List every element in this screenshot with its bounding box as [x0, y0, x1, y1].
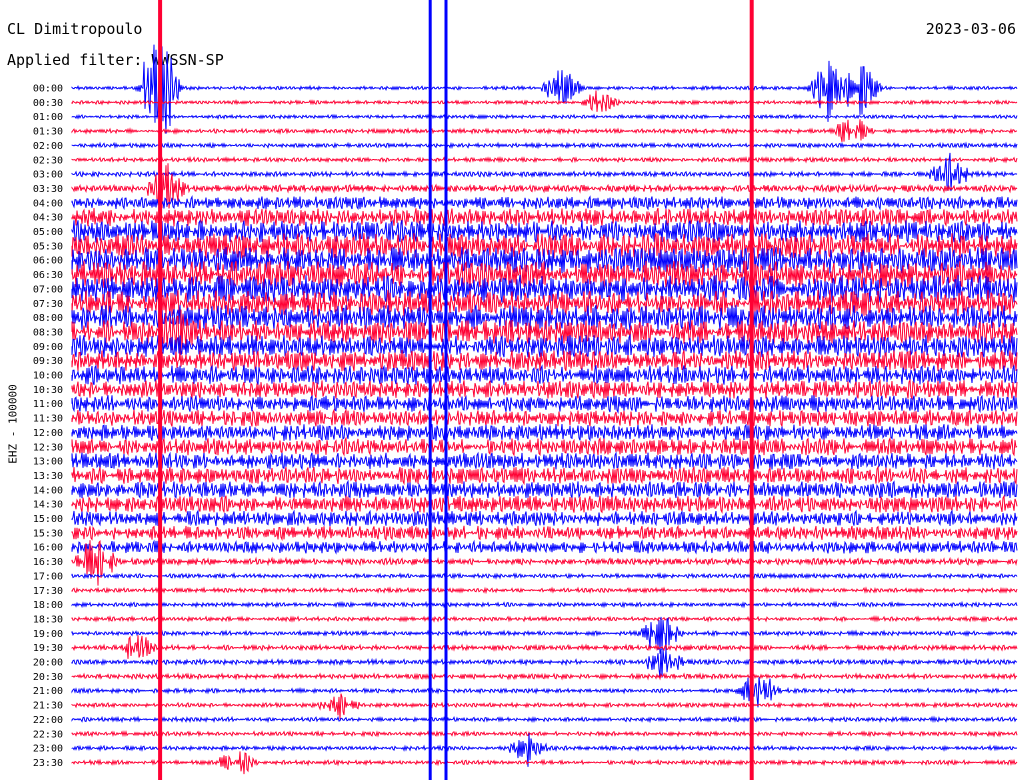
- trace-1500: [71, 509, 1018, 527]
- row-label-2000: 20:00: [33, 658, 63, 669]
- row-label-0500: 05:00: [33, 227, 63, 238]
- trace-1330: [71, 465, 1018, 486]
- row-label-1400: 14:00: [33, 485, 63, 496]
- row-label-0530: 05:30: [33, 241, 63, 252]
- trace-1700: [71, 571, 1018, 580]
- row-label-1330: 13:30: [33, 471, 63, 482]
- trace-1930: [71, 635, 1018, 659]
- trace-1730: [71, 586, 1018, 595]
- trace-1830: [71, 614, 1018, 623]
- row-label-0330: 03:30: [33, 184, 63, 195]
- row-label-1100: 11:00: [33, 399, 63, 410]
- row-label-1200: 12:00: [33, 428, 63, 439]
- trace-1130: [71, 408, 1018, 428]
- trace-2000: [71, 649, 1018, 678]
- row-label-0400: 04:00: [33, 198, 63, 209]
- row-label-0600: 06:00: [33, 256, 63, 267]
- row-label-1800: 18:00: [33, 600, 63, 611]
- trace-1600: [71, 539, 1018, 555]
- row-label-1000: 10:00: [33, 371, 63, 382]
- row-label-0100: 01:00: [33, 112, 63, 123]
- row-label-1700: 17:00: [33, 571, 63, 582]
- row-label-2200: 22:00: [33, 715, 63, 726]
- row-label-1030: 10:30: [33, 385, 63, 396]
- row-label-1600: 16:00: [33, 543, 63, 554]
- helicorder-plot: 00:00 00:30 01:00 01:30 02:00 02:30 03:00 03:30…: [33, 0, 1018, 780]
- row-label-1530: 15:30: [33, 528, 63, 539]
- trace-0000: [71, 44, 1018, 134]
- event-line-3: [749, 0, 754, 780]
- row-label-0830: 08:30: [33, 327, 63, 338]
- row-label-0730: 07:30: [33, 299, 63, 310]
- row-label-1730: 17:30: [33, 586, 63, 597]
- event-line-1: [428, 0, 432, 780]
- trace-1030: [71, 378, 1018, 401]
- trace-2330: [71, 751, 1018, 775]
- row-label-0130: 01:30: [33, 127, 63, 138]
- trace-2030: [71, 672, 1018, 681]
- row-label-0930: 09:30: [33, 356, 63, 367]
- trace-0400: [71, 194, 1018, 211]
- row-label-1430: 14:30: [33, 500, 63, 511]
- trace-2130: [71, 693, 1018, 720]
- row-label-1500: 15:00: [33, 514, 63, 525]
- trace-0200: [71, 141, 1018, 150]
- row-label-0900: 09:00: [33, 342, 63, 353]
- trace-0030: [71, 90, 1018, 112]
- row-label-1930: 19:30: [33, 643, 63, 654]
- row-label-0430: 04:30: [33, 213, 63, 224]
- row-label-2130: 21:30: [33, 701, 63, 712]
- trace-0100: [71, 113, 1018, 121]
- trace-0230: [71, 155, 1018, 164]
- row-label-0000: 00:00: [33, 84, 63, 95]
- trace-1430: [71, 494, 1018, 514]
- time-tick-labels: 00:00 00:30 01:00 01:30 02:00 02:30 03:00 03:30…: [33, 84, 63, 769]
- row-label-0200: 02:00: [33, 141, 63, 152]
- event-line-0: [158, 0, 163, 780]
- row-label-1630: 16:30: [33, 557, 63, 568]
- row-label-2030: 20:30: [33, 672, 63, 683]
- trace-0130: [71, 119, 1018, 142]
- row-label-0630: 06:30: [33, 270, 63, 281]
- trace-1400: [71, 479, 1018, 499]
- trace-1530: [71, 524, 1018, 542]
- row-label-0800: 08:00: [33, 313, 63, 324]
- row-label-1230: 12:30: [33, 442, 63, 453]
- row-label-2330: 23:30: [33, 758, 63, 769]
- trace-1800: [71, 600, 1018, 609]
- event-line-2: [444, 0, 448, 780]
- row-label-0300: 03:00: [33, 170, 63, 181]
- trace-1100: [71, 394, 1018, 414]
- traces-group: [71, 44, 1018, 775]
- row-label-2300: 23:00: [33, 744, 63, 755]
- row-label-2100: 21:00: [33, 686, 63, 697]
- trace-1200: [71, 422, 1018, 443]
- row-label-0030: 00:30: [33, 98, 63, 109]
- row-label-1300: 13:00: [33, 457, 63, 468]
- row-label-1130: 11:30: [33, 414, 63, 425]
- trace-2200: [71, 715, 1018, 724]
- row-label-2230: 22:30: [33, 729, 63, 740]
- row-label-1830: 18:30: [33, 614, 63, 625]
- trace-1300: [71, 451, 1018, 471]
- row-label-1900: 19:00: [33, 629, 63, 640]
- trace-2230: [71, 729, 1018, 738]
- trace-0430: [71, 207, 1018, 227]
- trace-1230: [71, 436, 1018, 457]
- trace-2100: [71, 677, 1018, 708]
- row-label-0230: 02:30: [33, 155, 63, 166]
- row-label-0700: 07:00: [33, 284, 63, 295]
